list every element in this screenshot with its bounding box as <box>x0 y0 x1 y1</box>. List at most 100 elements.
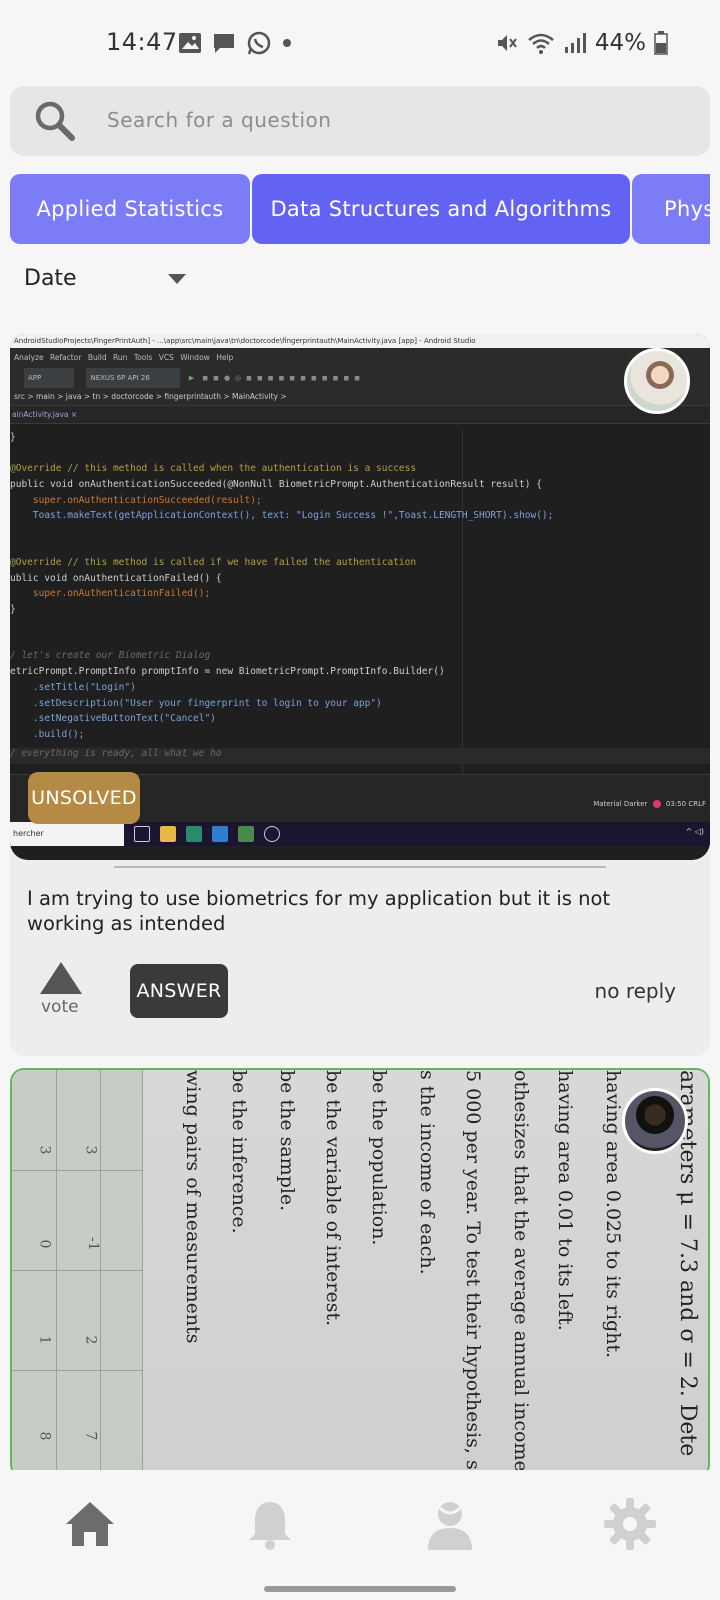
code-line: } <box>10 432 16 443</box>
ide-menu-item: Build <box>87 353 107 362</box>
tab-applied-statistics[interactable]: Applied Statistics <box>10 174 250 244</box>
ide-file-tab: ainActivity.java × <box>10 406 710 424</box>
grid-line <box>12 1270 142 1271</box>
grid-line <box>12 1370 142 1371</box>
photo-text-line: 5 000 per year. To test their hypothesis… <box>462 1070 484 1476</box>
code-line: public void onAuthenticationSucceeded(@N… <box>10 479 542 490</box>
system-icons: 44% <box>495 30 668 56</box>
category-tabs: Applied Statistics Data Structures and A… <box>10 174 710 244</box>
run-icon: ▶ <box>188 374 195 382</box>
code-line: super.onAuthenticationFailed(); <box>10 588 211 599</box>
card-divider <box>114 866 606 868</box>
question-text[interactable]: I am trying to use biometrics for my app… <box>27 886 687 936</box>
mute-icon <box>497 35 517 51</box>
question-image[interactable]: 3 3 0 -1 1 2 8 7 arameters μ = 7.3 and σ… <box>12 1070 708 1476</box>
reply-status: no reply <box>594 979 676 1003</box>
signal-icon <box>564 33 586 53</box>
grid-number: -1 <box>84 1237 101 1251</box>
ide-status-time: 03:50 <box>665 800 687 808</box>
vscode-icon <box>212 826 228 842</box>
taskbar-icons <box>134 826 280 842</box>
upvote-icon[interactable] <box>40 962 82 994</box>
code-line: Toast.makeText(getApplicationContext(), … <box>10 510 554 521</box>
battery-percent: 44% <box>594 30 646 56</box>
grid-number: 1 <box>36 1335 53 1345</box>
whatsapp-icon <box>247 31 271 55</box>
avatar[interactable] <box>624 348 690 414</box>
ide-menu-item: VCS <box>158 353 174 362</box>
status-bar: 14:47 44% <box>0 0 720 86</box>
photo-text-line: be the variable of interest. <box>322 1070 344 1327</box>
gear-icon[interactable] <box>602 1496 658 1552</box>
app-icon <box>264 826 280 842</box>
search-bar[interactable]: Search for a question <box>10 86 710 156</box>
vote-label: vote <box>41 997 79 1017</box>
code-line: ublic void onAuthenticationFailed() { <box>10 573 222 584</box>
code-line: } <box>10 604 16 615</box>
ide-toolbar: APP NEXUS 6P API 26 ▶ ◼◼●◎◼◼◼◼◼◼◼◼◼◼◼ <box>10 368 710 388</box>
question-card[interactable]: AndroidStudioProjects\FingerPrintAuth] -… <box>10 334 710 1056</box>
bottom-nav <box>0 1470 720 1578</box>
wifi-icon <box>528 33 554 54</box>
home-indicator[interactable] <box>264 1586 456 1592</box>
os-taskbar: hercher ^ ◁) <box>10 822 710 846</box>
tab-physics[interactable]: Phys <box>632 174 710 244</box>
code-line: .setDescription("User your fingerprint t… <box>10 698 382 709</box>
battery-icon <box>654 31 668 55</box>
grid-line <box>142 1070 143 1476</box>
code-line: etricPrompt.PromptInfo promptInfo = new … <box>10 666 445 677</box>
grid-line <box>100 1070 101 1476</box>
ide-breadcrumb: src > main > java > tn > doctorcode > fi… <box>10 388 710 406</box>
sort-label: Date <box>24 266 77 291</box>
photo-text-line: s the income of each. <box>416 1070 438 1275</box>
ide-menu-item: Window <box>180 353 210 362</box>
record-icon <box>652 800 661 808</box>
photo-text-line: having area 0.025 to its right. <box>602 1070 624 1359</box>
ide-title-bar: AndroidStudioProjects\FingerPrintAuth] -… <box>10 334 710 348</box>
task-view-icon <box>134 826 150 842</box>
question-card[interactable]: 3 3 0 -1 1 2 8 7 arameters μ = 7.3 and σ… <box>10 1068 710 1478</box>
code-line: .build(); <box>10 729 85 740</box>
ide-device: NEXUS 6P API 26 <box>86 368 181 388</box>
search-input[interactable]: Search for a question <box>107 108 331 132</box>
message-icon <box>214 34 234 53</box>
photo-text-line: having area 0.01 to its left. <box>554 1070 576 1331</box>
android-studio-icon <box>238 826 254 842</box>
profile-icon[interactable] <box>422 1496 478 1552</box>
answer-button[interactable]: ANSWER <box>130 964 228 1018</box>
graph-paper <box>12 1070 142 1476</box>
chevron-down-icon <box>168 274 186 284</box>
store-icon <box>186 826 202 842</box>
folder-icon <box>160 826 176 842</box>
photo-text-line: wing pairs of measurements <box>182 1070 204 1344</box>
code-editor: } @Override // this method is called whe… <box>10 430 710 759</box>
home-icon[interactable] <box>62 1496 118 1552</box>
code-line: / everything is ready, all what we ho <box>10 748 222 759</box>
ide-menu-item: Analyze <box>14 353 44 362</box>
tab-data-structures[interactable]: Data Structures and Algorithms <box>252 174 630 244</box>
code-line: .setTitle("Login") <box>10 682 136 693</box>
notification-icons <box>178 30 292 56</box>
tray-icons: ^ ◁) <box>685 827 704 836</box>
sort-dropdown[interactable]: Date <box>22 262 192 298</box>
ide-line-ending: CRLF <box>688 800 706 808</box>
code-line: super.onAuthenticationSucceeded(result); <box>10 495 262 506</box>
dot-icon <box>283 39 291 47</box>
status-time: 14:47 <box>106 28 178 56</box>
grid-number: 0 <box>36 1239 53 1249</box>
code-line: @Override // this method is called when … <box>10 463 417 474</box>
ide-app-config: APP <box>24 368 74 388</box>
code-line: .setNegativeButtonText("Cancel") <box>10 713 216 724</box>
avatar[interactable] <box>622 1088 688 1154</box>
ide-theme: Material Darker <box>593 800 648 808</box>
grid-number: 3 <box>82 1145 99 1155</box>
photo-text-line: othesizes that the average annual income… <box>510 1070 532 1476</box>
toolbar-icons: ◼◼●◎◼◼◼◼◼◼◼◼◼◼◼ <box>202 374 366 382</box>
grid-number: 3 <box>36 1145 53 1155</box>
photo-text-line: be the population. <box>368 1070 390 1246</box>
ide-menu-item: Run <box>113 353 128 362</box>
status-badge: UNSOLVED <box>28 772 140 824</box>
bell-icon[interactable] <box>242 1496 298 1552</box>
grid-number: 2 <box>82 1335 99 1345</box>
ide-menu-item: Refactor <box>49 353 82 362</box>
